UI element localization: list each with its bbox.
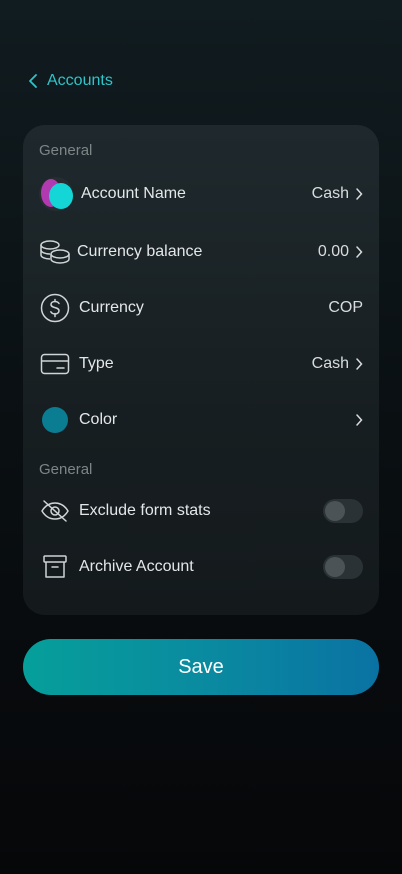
archive-account-row: Archive Account [39,549,363,585]
currency-value: COP [328,299,363,316]
account-settings-card: General Account Name Cash Currency balan… [23,125,379,615]
archive-account-label: Archive Account [79,558,194,575]
currency-label: Currency [79,299,144,316]
chevron-left-icon [29,74,37,88]
save-button[interactable]: Save [23,639,379,695]
exclude-stats-label: Exclude form stats [79,502,211,519]
back-label: Accounts [47,72,113,89]
chevron-right-icon [356,358,363,370]
section-header-general: General [39,142,93,159]
color-label: Color [79,411,118,428]
type-label: Type [79,355,114,372]
chevron-right-icon [356,414,363,426]
account-avatar [39,177,73,211]
currency-balance-label: Currency balance [77,243,203,260]
dollar-circle-icon [39,292,71,324]
exclude-stats-row: Exclude form stats [39,493,363,529]
type-row[interactable]: Type Cash [39,346,363,382]
currency-balance-value: 0.00 [317,243,349,260]
eye-off-icon [39,495,71,527]
back-to-accounts-link[interactable]: Accounts [28,70,113,92]
account-name-label: Account Name [81,185,186,202]
section-header-general-2: General [39,461,93,478]
archive-box-icon [39,551,71,583]
chevron-right-icon [356,246,363,258]
color-row[interactable]: Color [39,402,363,438]
account-name-value: Cash [311,185,349,202]
coins-icon [39,236,71,268]
currency-row[interactable]: Currency COP [39,290,363,326]
archive-account-toggle[interactable] [323,555,363,579]
chevron-right-icon [356,188,363,200]
type-value: Cash [311,355,349,372]
color-swatch [39,404,71,436]
card-icon [39,348,71,380]
exclude-stats-toggle[interactable] [323,499,363,523]
currency-balance-row[interactable]: Currency balance 0.00 [39,234,363,270]
account-name-row[interactable]: Account Name Cash [39,176,363,212]
